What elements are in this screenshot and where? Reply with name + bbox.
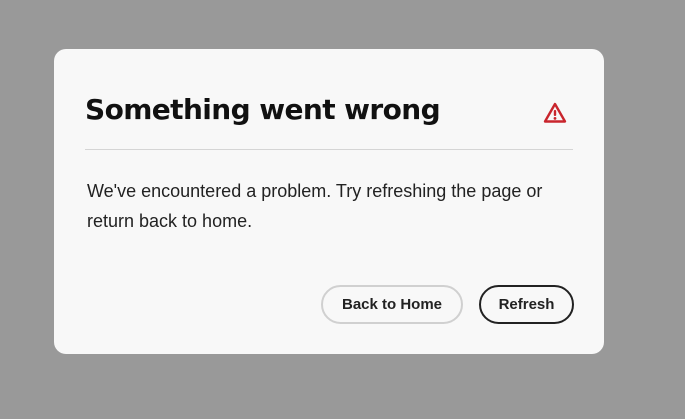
modal-backdrop: Something went wrong We've encountered a… (0, 0, 685, 419)
dialog-message: We've encountered a problem. Try refresh… (87, 181, 543, 231)
alert-triangle-icon (543, 101, 567, 125)
refresh-button[interactable]: Refresh (479, 285, 574, 324)
back-to-home-button[interactable]: Back to Home (321, 285, 463, 324)
error-dialog: Something went wrong We've encountered a… (54, 49, 604, 354)
header-divider (85, 149, 573, 150)
dialog-title: Something went wrong (85, 93, 441, 126)
dialog-header: Something went wrong (85, 89, 573, 137)
dialog-button-group: Back to Home Refresh (321, 285, 574, 324)
